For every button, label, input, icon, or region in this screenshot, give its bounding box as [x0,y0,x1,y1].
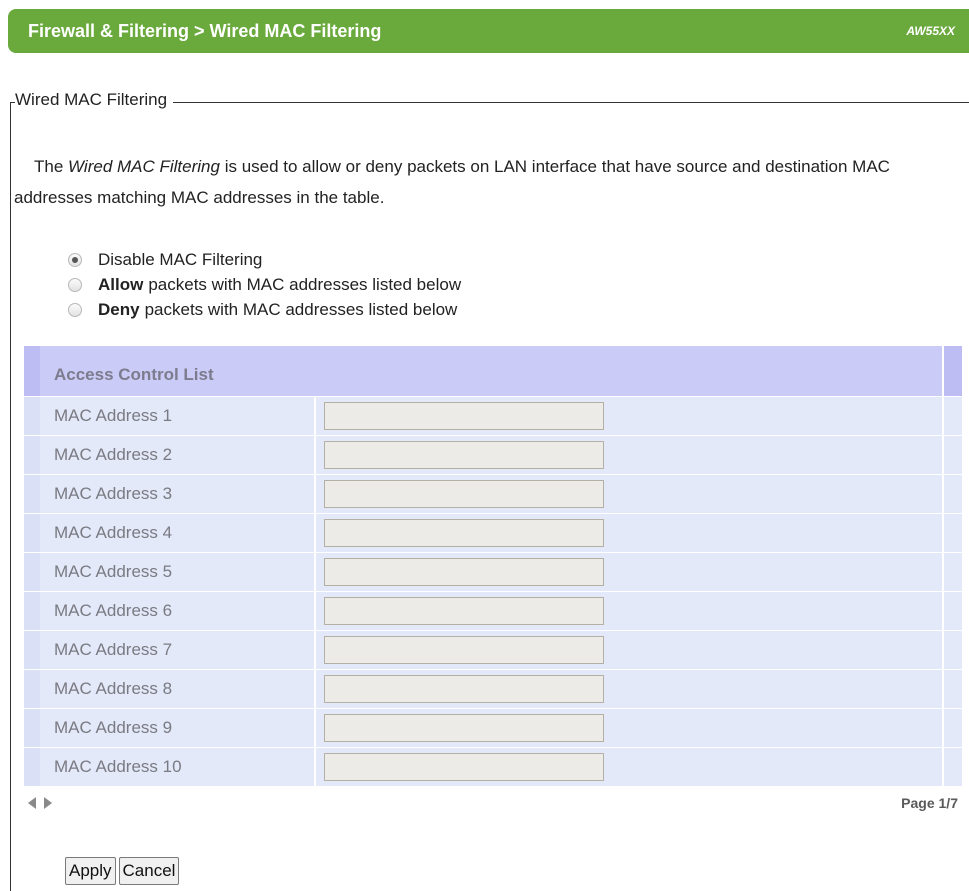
cancel-button[interactable]: Cancel [118,857,180,885]
table-row: MAC Address 3 [24,474,962,513]
radio-button-deny[interactable] [68,302,82,317]
table-row: MAC Address 6 [24,591,962,630]
radio-button-disable[interactable] [68,252,82,267]
table-row: MAC Address 7 [24,630,962,669]
radio-bold-allow: Allow [98,274,144,294]
table-row: MAC Address 8 [24,669,962,708]
mac-address-label: MAC Address 2 [40,436,316,474]
mac-address-label: MAC Address 10 [40,748,316,786]
radio-option-allow[interactable]: Allow packets with MAC addresses listed … [68,272,461,297]
mac-address-input[interactable] [324,597,604,625]
radio-option-disable[interactable]: Disable MAC Filtering [68,247,461,272]
radio-label-allow: packets with MAC addresses listed below [148,274,462,294]
table-row: MAC Address 9 [24,708,962,747]
radio-label-disable: Disable MAC Filtering [98,249,263,269]
breadcrumb-title: Firewall & Filtering > Wired MAC Filteri… [28,20,382,41]
mac-address-input[interactable] [324,675,604,703]
table-row: MAC Address 5 [24,552,962,591]
mac-address-label: MAC Address 9 [40,709,316,747]
radio-bold-deny: Deny [98,299,140,319]
filter-mode-radio-group: Disable MAC Filtering Allow packets with… [68,247,461,322]
description-emphasis: Wired MAC Filtering [68,157,220,176]
acl-header: Access Control List [24,346,962,396]
radio-option-deny[interactable]: Deny packets with MAC addresses listed b… [68,297,461,322]
mac-address-label: MAC Address 1 [40,397,316,435]
mac-address-label: MAC Address 8 [40,670,316,708]
mac-address-label: MAC Address 4 [40,514,316,552]
table-row: MAC Address 2 [24,435,962,474]
page-indicator: Page 1/7 [901,795,958,811]
previous-page-arrow-icon[interactable] [28,797,36,809]
mac-address-input[interactable] [324,558,604,586]
access-control-list-table: Access Control List MAC Address 1 MAC Add… [24,346,962,786]
description-text: The Wired MAC Filtering is used to allow… [14,151,954,213]
form-buttons: Apply Cancel [65,857,180,885]
mac-address-input[interactable] [324,402,604,430]
radio-label-deny: packets with MAC addresses listed below [144,299,458,319]
mac-address-input[interactable] [324,519,604,547]
mac-address-input[interactable] [324,636,604,664]
mac-address-input[interactable] [324,441,604,469]
model-label: AW55XX [906,24,955,38]
next-page-arrow-icon[interactable] [44,797,52,809]
description-prefix: The [34,157,69,176]
mac-address-input[interactable] [324,753,604,781]
mac-address-label: MAC Address 6 [40,592,316,630]
acl-title: Access Control List [54,365,214,384]
pager: Page 1/7 [24,795,962,815]
radio-button-allow[interactable] [68,277,82,292]
mac-address-input[interactable] [324,480,604,508]
page-header: Firewall & Filtering > Wired MAC Filteri… [8,9,969,53]
table-row: MAC Address 1 [24,396,962,435]
mac-address-label: MAC Address 7 [40,631,316,669]
fieldset-legend: Wired MAC Filtering [15,90,174,110]
table-row: MAC Address 4 [24,513,962,552]
mac-address-input[interactable] [324,714,604,742]
mac-address-label: MAC Address 3 [40,475,316,513]
table-row: MAC Address 10 [24,747,962,786]
mac-address-label: MAC Address 5 [40,553,316,591]
apply-button[interactable]: Apply [65,857,116,885]
